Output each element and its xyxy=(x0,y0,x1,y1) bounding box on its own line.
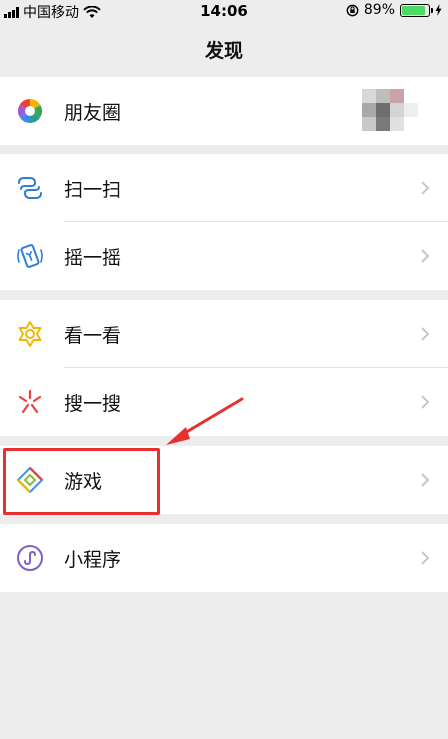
chevron-right-icon xyxy=(421,473,430,487)
moments-thumbnail xyxy=(356,85,440,137)
orientation-lock-icon xyxy=(346,4,359,16)
chevron-right-icon xyxy=(421,327,430,341)
cell-top-stories[interactable]: 看一看 xyxy=(0,300,448,368)
mini-programs-label: 小程序 xyxy=(64,548,122,571)
shake-icon xyxy=(17,244,43,268)
cell-shake[interactable]: 摇一摇 xyxy=(0,222,448,290)
chevron-right-icon xyxy=(421,181,430,195)
status-right: 89% xyxy=(346,2,442,18)
search-icon xyxy=(18,389,42,414)
chevron-right-icon xyxy=(421,551,430,565)
scan-label: 扫一扫 xyxy=(64,178,122,201)
shake-label: 摇一摇 xyxy=(64,246,122,269)
cell-mini-programs[interactable]: 小程序 xyxy=(0,524,448,592)
page-title: 发现 xyxy=(204,40,243,62)
battery-fill xyxy=(402,5,426,15)
moments-icon xyxy=(17,99,43,123)
status-bar: 中国移动 14:06 89% xyxy=(0,0,448,22)
search-label: 搜一搜 xyxy=(64,392,122,415)
charging-icon xyxy=(435,4,442,16)
top-stories-icon xyxy=(18,321,42,347)
scan-icon xyxy=(18,177,42,199)
chevron-right-icon xyxy=(421,249,430,263)
moments-label: 朋友圈 xyxy=(64,101,122,124)
mini-programs-icon xyxy=(17,545,43,571)
annotation-arrow xyxy=(166,397,244,445)
group-scan-shake: 扫一扫 摇一摇 xyxy=(0,154,448,290)
cell-scan[interactable]: 扫一扫 xyxy=(0,154,448,222)
group-moments: 朋友圈 xyxy=(0,77,448,145)
battery-icon xyxy=(400,3,433,17)
top-stories-label: 看一看 xyxy=(64,324,122,347)
cell-moments[interactable]: 朋友圈 xyxy=(0,77,448,145)
chevron-right-icon xyxy=(421,395,430,409)
group-mini-programs: 小程序 xyxy=(0,524,448,592)
battery-percent: 89% xyxy=(363,2,395,18)
highlight-box xyxy=(3,448,160,515)
